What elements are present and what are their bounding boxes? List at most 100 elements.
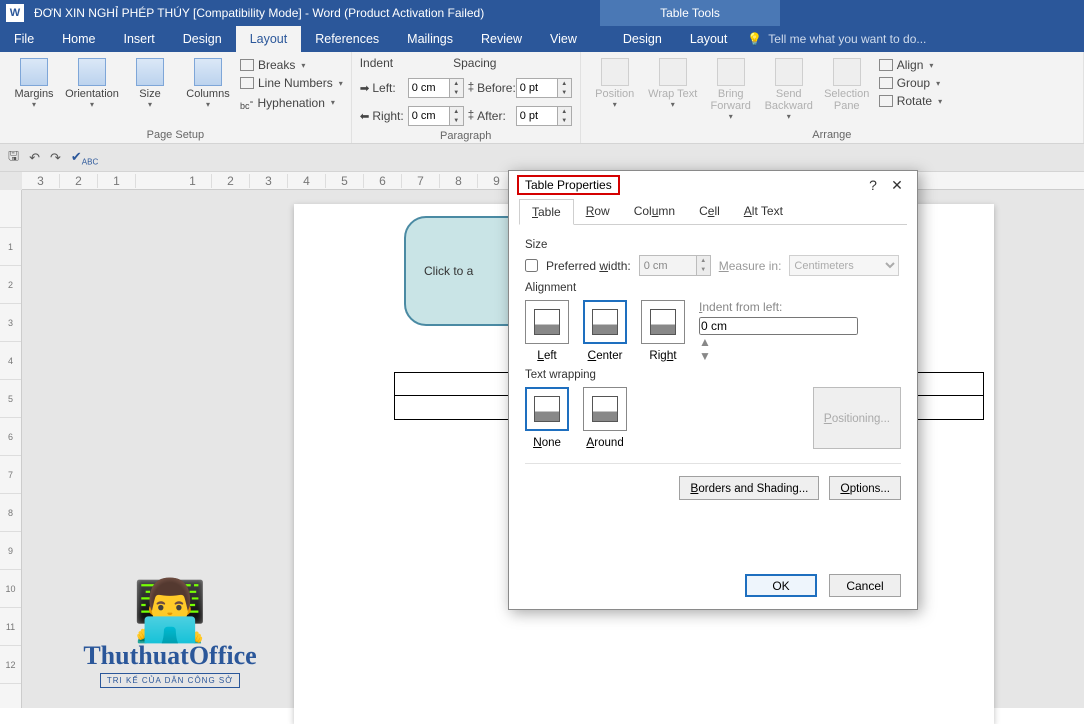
- group-page-setup: Margins▾ Orientation▾ Size▾ Columns▾ Bre…: [0, 52, 352, 143]
- group-icon: [879, 77, 893, 89]
- dlg-tab-alttext[interactable]: Alt Text: [732, 199, 795, 224]
- dialog-titlebar[interactable]: Table Properties ? ✕: [509, 171, 917, 199]
- send-backward-icon: [775, 58, 803, 86]
- window-title: ĐƠN XIN NGHỈ PHÉP THÚY [Compatibility Mo…: [34, 6, 1084, 20]
- contextual-tab-label: Table Tools: [600, 0, 780, 26]
- line-numbers-icon: [240, 77, 254, 89]
- tab-file[interactable]: File: [0, 26, 48, 52]
- size-icon: [136, 58, 164, 86]
- wrap-around-option[interactable]: Around: [583, 387, 627, 449]
- spacing-before-label: ‡ Before:: [468, 81, 512, 95]
- wrap-text-button[interactable]: Wrap Text▾: [647, 56, 699, 109]
- spellcheck-icon[interactable]: ✔ABC: [71, 149, 98, 167]
- indent-left-input[interactable]: ▲▼: [408, 78, 464, 98]
- indent-from-left-input[interactable]: ▲▼: [699, 317, 858, 363]
- position-button[interactable]: Position▾: [589, 56, 641, 109]
- table-properties-dialog: Table Properties ? ✕ Table Row Column Ce…: [508, 170, 918, 610]
- ok-button[interactable]: OK: [745, 574, 817, 597]
- send-backward-button[interactable]: Send Backward▾: [763, 56, 815, 121]
- indent-right-input[interactable]: ▲▼: [408, 106, 464, 126]
- options-button[interactable]: Options...: [829, 476, 901, 500]
- tab-references[interactable]: References: [301, 26, 393, 52]
- dlg-tab-column[interactable]: Column: [622, 199, 687, 224]
- indent-right-label: ⬅ Right:: [360, 109, 404, 123]
- tab-design[interactable]: Design: [169, 26, 236, 52]
- positioning-button: Positioning...: [813, 387, 901, 449]
- indent-label: Indent: [360, 56, 393, 70]
- hyphenation-button[interactable]: bc-Hyphenation▾: [240, 94, 343, 111]
- rotate-button[interactable]: Rotate▾: [879, 94, 942, 108]
- selection-pane-button[interactable]: Selection Pane: [821, 56, 873, 112]
- bulb-icon: 💡: [747, 32, 762, 46]
- shape-text-left: Click to a: [424, 264, 473, 278]
- watermark-logo: 👨‍💻 ThuthuatOffice TRI KẾ CỦA DÂN CÔNG S…: [60, 581, 280, 688]
- spacing-after-label: ‡ After:: [468, 109, 512, 123]
- person-computer-icon: 👨‍💻: [60, 581, 280, 641]
- indent-left-label: ➡ Left:: [360, 81, 404, 95]
- group-label-paragraph: Paragraph: [360, 128, 572, 142]
- cancel-button[interactable]: Cancel: [829, 574, 901, 597]
- group-paragraph: IndentSpacing ➡ Left: ▲▼ ‡ Before: ▲▼ ⬅ …: [352, 52, 581, 143]
- tab-table-design[interactable]: Design: [609, 26, 676, 52]
- orientation-icon: [78, 58, 106, 86]
- tell-me[interactable]: 💡 Tell me what you want to do...: [747, 26, 926, 52]
- selection-pane-icon: [833, 58, 861, 86]
- group-arrange: Position▾ Wrap Text▾ Bring Forward▾ Send…: [581, 52, 1084, 143]
- word-app-icon: W: [6, 4, 24, 22]
- tab-table-layout[interactable]: Layout: [676, 26, 742, 52]
- margins-icon: [20, 58, 48, 86]
- dialog-tabs: Table Row Column Cell Alt Text: [519, 199, 907, 225]
- spacing-before-input[interactable]: ▲▼: [516, 78, 572, 98]
- dialog-help-button[interactable]: ?: [861, 177, 885, 193]
- indent-from-left-label: Indent from left:: [699, 300, 858, 314]
- columns-button[interactable]: Columns▾: [182, 56, 234, 109]
- tab-review[interactable]: Review: [467, 26, 536, 52]
- dlg-tab-row[interactable]: Row: [574, 199, 622, 224]
- position-icon: [601, 58, 629, 86]
- undo-icon[interactable]: ↶: [29, 150, 40, 166]
- tab-home[interactable]: Home: [48, 26, 109, 52]
- vertical-ruler[interactable]: 123456789101112: [0, 190, 22, 708]
- preferred-width-label: Preferred width:: [546, 259, 631, 273]
- wrap-section-label: Text wrapping: [525, 369, 901, 381]
- dlg-tab-cell[interactable]: Cell: [687, 199, 732, 224]
- spacing-after-input[interactable]: ▲▼: [516, 106, 572, 126]
- rotate-icon: [879, 95, 893, 107]
- breaks-icon: [240, 59, 254, 71]
- align-right-option[interactable]: Right: [641, 300, 685, 362]
- save-icon[interactable]: 🖫: [8, 147, 19, 169]
- group-label-arrange: Arrange: [589, 127, 1075, 141]
- group-objects-button[interactable]: Group▾: [879, 76, 942, 90]
- tell-me-text: Tell me what you want to do...: [768, 32, 926, 46]
- size-button[interactable]: Size▾: [124, 56, 176, 109]
- measure-in-label: Measure in:: [719, 259, 782, 273]
- align-icon: [879, 59, 893, 71]
- align-button[interactable]: Align▾: [879, 58, 942, 72]
- tab-insert[interactable]: Insert: [110, 26, 169, 52]
- align-center-option[interactable]: Center: [583, 300, 627, 362]
- quick-access-toolbar: 🖫 ↶ ↷ ✔ABC: [0, 144, 1084, 172]
- dialog-title: Table Properties: [517, 175, 620, 195]
- bring-forward-button[interactable]: Bring Forward▾: [705, 56, 757, 121]
- tab-view[interactable]: View: [536, 26, 591, 52]
- wrap-none-option[interactable]: None: [525, 387, 569, 449]
- preferred-width-checkbox[interactable]: [525, 259, 538, 272]
- borders-shading-button[interactable]: Borders and Shading...: [679, 476, 819, 500]
- ribbon-tabs: File Home Insert Design Layout Reference…: [0, 26, 1084, 52]
- align-left-option[interactable]: Left: [525, 300, 569, 362]
- title-bar: W ĐƠN XIN NGHỈ PHÉP THÚY [Compatibility …: [0, 0, 1084, 26]
- alignment-section-label: Alignment: [525, 282, 901, 294]
- preferred-width-input[interactable]: ▲▼: [639, 255, 711, 276]
- measure-in-select[interactable]: Centimeters: [789, 255, 899, 276]
- ribbon: Margins▾ Orientation▾ Size▾ Columns▾ Bre…: [0, 52, 1084, 144]
- line-numbers-button[interactable]: Line Numbers▾: [240, 76, 343, 90]
- tab-mailings[interactable]: Mailings: [393, 26, 467, 52]
- dlg-tab-table[interactable]: Table: [519, 199, 574, 225]
- breaks-button[interactable]: Breaks▾: [240, 58, 343, 72]
- margins-button[interactable]: Margins▾: [8, 56, 60, 109]
- size-section-label: Size: [525, 239, 901, 251]
- dialog-close-button[interactable]: ✕: [885, 177, 909, 194]
- orientation-button[interactable]: Orientation▾: [66, 56, 118, 109]
- tab-layout[interactable]: Layout: [236, 26, 302, 52]
- redo-icon[interactable]: ↷: [50, 150, 61, 166]
